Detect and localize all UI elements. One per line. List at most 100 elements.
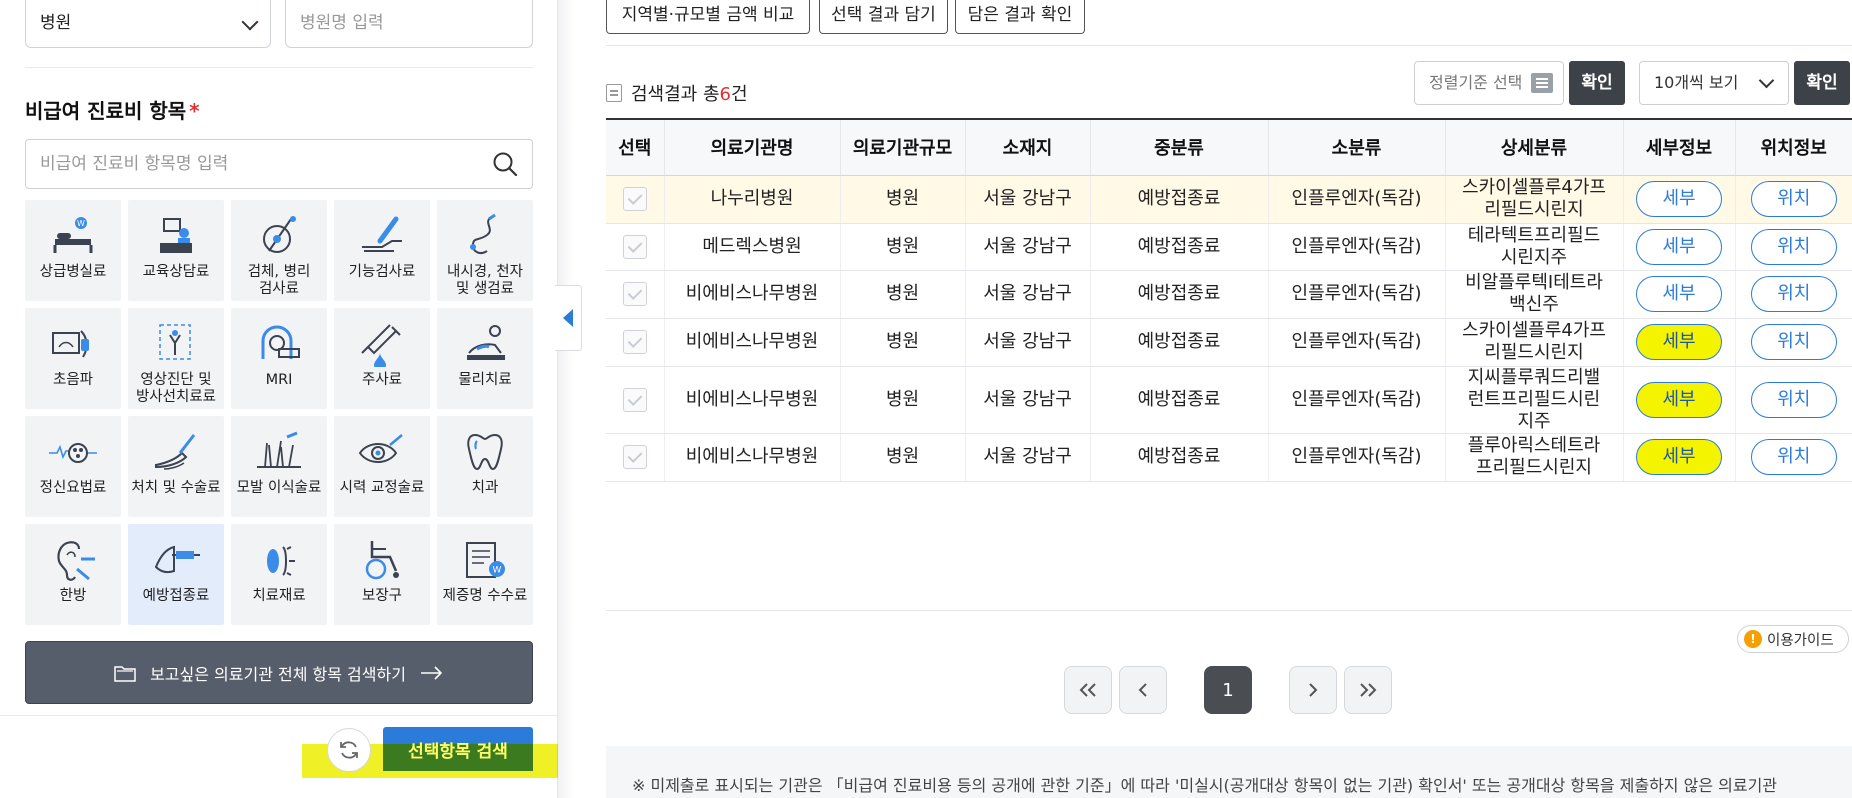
location-button[interactable]: 위치 bbox=[1750, 439, 1837, 475]
panel-shadow bbox=[558, 0, 574, 798]
hospital-scale-cell: 병원 bbox=[840, 366, 966, 434]
category-item[interactable]: 검체, 병리 검사료 bbox=[231, 200, 327, 301]
category-item[interactable]: 물리치료 bbox=[437, 308, 533, 409]
search-selected-button[interactable]: 선택항목 검색 bbox=[383, 727, 533, 771]
category-item[interactable]: 처치 및 수술료 bbox=[128, 416, 224, 517]
reset-button[interactable] bbox=[327, 728, 371, 772]
row-checkbox[interactable] bbox=[622, 187, 647, 211]
category-item[interactable]: 모발 이식술료 bbox=[231, 416, 327, 517]
hospital-type-select[interactable]: 병원 bbox=[25, 0, 271, 48]
region-cell: 서울 강남구 bbox=[965, 223, 1091, 271]
category-item[interactable]: 보장구 bbox=[334, 524, 430, 625]
detail-category-cell: 지씨플루쿼드리밸 런트프리필드시린 지주 bbox=[1445, 366, 1624, 434]
detail-button[interactable]: 세부 bbox=[1636, 276, 1722, 312]
save-selection-button[interactable]: 선택 결과 담기 bbox=[819, 0, 948, 34]
table-row: 메드렉스병원 병원 서울 강남구 예방접종료 인플루엔자(독감) 테라텍트프리필드 시린지… bbox=[606, 223, 1852, 271]
category-item[interactable]: 시력 교정술료 bbox=[334, 416, 430, 517]
detail-button[interactable]: 세부 bbox=[1636, 228, 1722, 265]
consultation-desk-icon bbox=[148, 210, 204, 262]
sort-select[interactable]: 정렬기준 선택 bbox=[1414, 61, 1564, 105]
category-item[interactable]: 한방 bbox=[25, 524, 121, 625]
row-checkbox[interactable] bbox=[622, 387, 647, 412]
mid-category-cell: 예방접종료 bbox=[1090, 433, 1269, 482]
detail-info-cell: 세부 bbox=[1623, 270, 1736, 319]
row-checkbox[interactable] bbox=[622, 330, 647, 354]
category-label: 보장구 bbox=[361, 588, 403, 604]
category-item[interactable]: 교육상담료 bbox=[128, 200, 224, 301]
category-item[interactable]: 기능검사료 bbox=[334, 200, 430, 301]
results-table: 선택 의료기관명 의료기관규모 소재지 중분류 소분류 상세분류 세부정보 위치정보 나누리병원… bbox=[606, 118, 1852, 482]
first-page-button[interactable] bbox=[1064, 666, 1112, 714]
search-all-items-button[interactable]: 보고싶은 의료기관 전체 항목 검색하기 bbox=[25, 641, 533, 704]
notice-text: ※ 미제출로 표시되는 기관은 「비급여 진료비용 등의 공개에 관한 기준」에… bbox=[606, 746, 1852, 798]
row-checkbox[interactable] bbox=[622, 234, 647, 259]
category-item[interactable]: W 상급병실료 bbox=[25, 200, 121, 301]
last-page-button[interactable] bbox=[1344, 666, 1392, 714]
hospital-name-input[interactable]: 병원명 입력 bbox=[285, 0, 533, 48]
hospital-scale-cell: 병원 bbox=[840, 270, 966, 319]
prev-page-button[interactable] bbox=[1119, 666, 1167, 714]
category-item[interactable]: W 제증명 수수료 bbox=[437, 524, 533, 625]
next-page-button[interactable] bbox=[1289, 666, 1337, 714]
page-size-confirm-button[interactable]: 확인 bbox=[1794, 61, 1850, 105]
radiology-icon bbox=[148, 318, 204, 370]
region-cell: 서울 강남구 bbox=[965, 433, 1091, 482]
category-label: 주사료 bbox=[361, 372, 403, 388]
detail-button[interactable]: 세부 bbox=[1636, 181, 1722, 217]
double-chevron-right-icon bbox=[1360, 683, 1377, 697]
hospital-scale-cell: 병원 bbox=[840, 223, 966, 271]
arrow-right-icon bbox=[420, 665, 443, 680]
sort-placeholder: 정렬기준 선택 bbox=[1429, 73, 1523, 92]
item-search-placeholder: 비급여 진료비 항목명 입력 bbox=[40, 154, 229, 174]
hospital-type-value: 병원 bbox=[40, 13, 72, 33]
table-row: 비에비스나무병원 병원 서울 강남구 예방접종료 인플루엔자(독감) 비알플루텍I테트라 … bbox=[606, 270, 1852, 319]
column-header: 소분류 bbox=[1268, 118, 1446, 176]
table-row: 나누리병원 병원 서울 강남구 예방접종료 인플루엔자(독감) 스카이셀플루4가프 리필드… bbox=[606, 175, 1852, 224]
sort-confirm-button[interactable]: 확인 bbox=[1569, 61, 1625, 105]
column-header: 의료기관규모 bbox=[840, 118, 966, 176]
triangle-left-icon bbox=[563, 309, 573, 327]
page-number-current[interactable]: 1 bbox=[1204, 666, 1252, 714]
item-search-input[interactable]: 비급여 진료비 항목명 입력 bbox=[25, 139, 533, 189]
detail-button[interactable]: 세부 bbox=[1636, 324, 1722, 360]
category-item[interactable]: 정신요법료 bbox=[25, 416, 121, 517]
category-item[interactable]: 치료재료 bbox=[231, 524, 327, 625]
category-item[interactable]: 예방접종료 bbox=[128, 524, 224, 625]
category-item[interactable]: 치과 bbox=[437, 416, 533, 517]
view-saved-button[interactable]: 담은 결과 확인 bbox=[955, 0, 1085, 34]
endoscope-icon bbox=[457, 210, 513, 262]
mid-category-cell: 예방접종료 bbox=[1090, 223, 1269, 271]
row-checkbox[interactable] bbox=[622, 282, 647, 306]
location-button[interactable]: 위치 bbox=[1750, 381, 1837, 418]
column-header: 선택 bbox=[606, 118, 665, 176]
category-item[interactable]: 초음파 bbox=[25, 308, 121, 409]
category-item[interactable]: MRI bbox=[231, 308, 327, 409]
usage-guide-button[interactable]: ! 이용가이드 bbox=[1737, 625, 1849, 653]
column-header: 의료기관명 bbox=[664, 118, 841, 176]
detail-button[interactable]: 세부 bbox=[1636, 381, 1722, 418]
location-button[interactable]: 위치 bbox=[1750, 276, 1837, 312]
search-icon[interactable] bbox=[492, 151, 518, 177]
treatment-material-icon bbox=[251, 534, 307, 586]
location-button[interactable]: 위치 bbox=[1750, 324, 1837, 360]
row-checkbox[interactable] bbox=[622, 445, 647, 469]
location-button[interactable]: 위치 bbox=[1750, 228, 1837, 265]
collapse-panel-button[interactable] bbox=[555, 285, 582, 351]
double-chevron-left-icon bbox=[1079, 683, 1096, 697]
location-button[interactable]: 위치 bbox=[1750, 181, 1837, 217]
divider bbox=[606, 45, 1852, 46]
sub-category-cell: 인플루엔자(독감) bbox=[1268, 366, 1446, 434]
table-row: 비에비스나무병원 병원 서울 강남구 예방접종료 인플루엔자(독감) 스카이셀플루4가프 … bbox=[606, 318, 1852, 367]
category-grid: W 상급병실료 교육상담료 검체, 병리 검사료 기능검사료 내시경, 천자 및 생검료초… bbox=[25, 200, 533, 625]
select-cell bbox=[606, 433, 665, 482]
category-item[interactable]: 내시경, 천자 및 생검료 bbox=[437, 200, 533, 301]
compare-region-button[interactable]: 지역별·규모별 금액 비교 bbox=[606, 0, 810, 34]
page: 병원 병원명 입력 비급여 진료비 항목 * 비급여 진료비 항목명 입력 W 상급… bbox=[0, 0, 1852, 798]
svg-text:W: W bbox=[493, 566, 502, 576]
category-item[interactable]: 주사료 bbox=[334, 308, 430, 409]
detail-category-cell: 비알플루텍I테트라 백신주 bbox=[1445, 270, 1624, 319]
region-cell: 서울 강남구 bbox=[965, 366, 1091, 434]
detail-button[interactable]: 세부 bbox=[1636, 439, 1722, 475]
page-size-select[interactable]: 10개씩 보기 bbox=[1639, 61, 1789, 105]
category-item[interactable]: 영상진단 및 방사선치료료 bbox=[128, 308, 224, 409]
